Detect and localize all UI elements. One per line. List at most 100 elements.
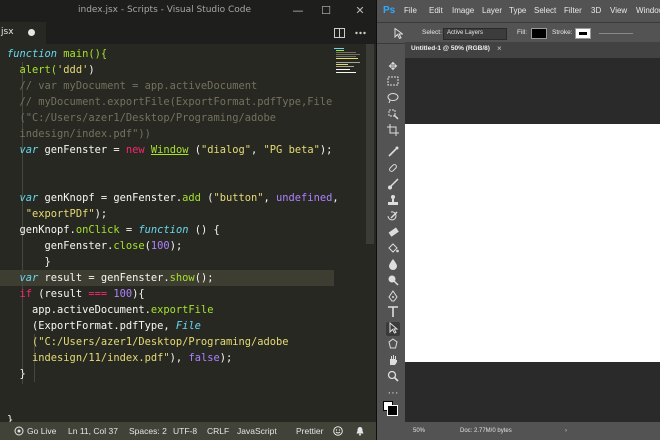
code-line-10: var genKnopf = genFenster.add ("button",… (7, 192, 339, 204)
more-tools-icon[interactable]: ··· (386, 386, 400, 400)
document-tab-label: Untitled-1 @ 50% (RGB/8) (411, 45, 490, 52)
healing-brush-tool-icon[interactable] (386, 162, 400, 176)
custom-shape-tool-icon[interactable] (386, 338, 400, 352)
code-editor[interactable]: function main(){ alert('ddd') // var myD… (0, 44, 376, 426)
minimap[interactable] (334, 44, 364, 84)
close-button[interactable]: ✕ (352, 3, 368, 19)
menu-image[interactable]: Image (452, 6, 474, 15)
menu-edit[interactable]: Edit (429, 6, 443, 15)
menu-type[interactable]: Type (509, 6, 526, 15)
photoshop-window: Ps File Edit Image Layer Type Select Fil… (376, 0, 660, 440)
menu-filter[interactable]: Filter (564, 6, 582, 15)
more-actions-icon[interactable] (355, 31, 367, 43)
ps-toolbar: ✥ ··· (381, 48, 405, 420)
editor-scrollbar[interactable] (364, 44, 376, 422)
feedback-smiley-icon[interactable] (333, 426, 343, 436)
eraser-tool-icon[interactable] (386, 226, 400, 240)
paint-bucket-tool-icon[interactable] (386, 242, 400, 256)
code-line-19: ("C:/Users/azer1/Desktop/Programing/adob… (7, 336, 289, 348)
ps-status-bar: 50% Doc: 2.77M/0 bytes › (405, 424, 660, 440)
editor-tabbar: jsx (0, 22, 376, 44)
code-line-16: if (result === 100){ (7, 288, 145, 300)
quick-selection-tool-icon[interactable] (386, 108, 400, 122)
close-document-icon[interactable]: × (497, 44, 502, 53)
menu-layer[interactable]: Layer (482, 6, 502, 15)
cursor-position[interactable]: Ln 11, Col 37 (68, 426, 118, 436)
status-menu-arrow-icon[interactable]: › (565, 428, 567, 434)
select-dropdown[interactable]: Active Layers (443, 28, 507, 40)
encoding-status[interactable]: UTF-8 (173, 426, 197, 436)
select-label: Select: (422, 29, 442, 36)
code-line-21: } (7, 368, 26, 380)
menu-select[interactable]: Select (534, 6, 556, 15)
marquee-tool-icon[interactable] (386, 76, 400, 90)
document-canvas[interactable] (405, 124, 660, 362)
menu-file[interactable]: File (404, 6, 417, 15)
lasso-tool-icon[interactable] (386, 92, 400, 106)
ps-options-bar: Select: Active Layers Fill: Stroke: (377, 22, 660, 44)
fill-label: Fill: (517, 29, 528, 36)
type-tool-icon[interactable] (386, 306, 400, 320)
code-line-6: indesign/index.pdf")) (7, 128, 151, 140)
move-tool-icon[interactable]: ✥ (386, 60, 400, 74)
broadcast-icon (14, 426, 24, 436)
minimize-button[interactable]: — (290, 3, 306, 19)
menu-3d[interactable]: 3D (591, 6, 601, 15)
menu-view[interactable]: View (610, 6, 627, 15)
status-bar: Go Live Ln 11, Col 37 Spaces: 2 UTF-8 CR… (0, 422, 376, 440)
code-line-15: var result = genFenster.show(); (7, 272, 214, 284)
go-live-button[interactable]: Go Live (27, 426, 56, 436)
prettier-status[interactable]: Prettier (296, 426, 323, 436)
stroke-swatch[interactable] (575, 28, 591, 39)
eol-status[interactable]: CRLF (207, 426, 229, 436)
tab-label: jsx (1, 27, 14, 37)
language-mode[interactable]: JavaScript (237, 426, 277, 436)
blur-tool-icon[interactable] (386, 258, 400, 272)
fill-swatch[interactable] (531, 28, 547, 39)
window-title: index.jsx - Scripts - Visual Studio Code (78, 5, 252, 15)
foreground-color-swatch[interactable] (387, 405, 398, 416)
photoshop-logo: Ps (383, 5, 396, 16)
history-brush-tool-icon[interactable] (386, 210, 400, 224)
crop-tool-icon[interactable] (386, 124, 400, 138)
restore-button[interactable]: ☐ (318, 3, 334, 19)
code-line-13: genFenster.close(100); (7, 240, 183, 252)
document-size[interactable]: Doc: 2.77M/0 bytes (460, 428, 512, 434)
hand-tool-icon[interactable] (386, 354, 400, 368)
pen-tool-icon[interactable] (386, 290, 400, 304)
code-line-7: var genFenster = new Window ("dialog", "… (7, 144, 333, 156)
dodge-tool-icon[interactable] (386, 274, 400, 288)
stroke-label: Stroke: (552, 29, 573, 36)
code-line-12: genKnopf.onClick = function () { (7, 224, 220, 236)
code-line-17: app.activeDocument.exportFile (7, 304, 214, 316)
code-line-18: (ExportFormat.pdfType, File (7, 320, 201, 332)
clone-stamp-tool-icon[interactable] (386, 194, 400, 208)
brush-tool-icon[interactable] (386, 178, 400, 192)
canvas-area[interactable] (405, 58, 660, 422)
code-line-3: // var myDocument = app.activeDocument (7, 80, 258, 92)
path-selection-tool-icon[interactable] (386, 321, 400, 336)
code-line-11: "exportPDf"); (7, 208, 108, 220)
code-line-14: } (7, 256, 51, 268)
notifications-bell-icon[interactable] (355, 426, 365, 436)
vscode-titlebar: index.jsx - Scripts - Visual Studio Code… (0, 0, 376, 22)
path-selection-tool-icon[interactable] (394, 28, 403, 39)
stroke-width-line[interactable] (599, 33, 633, 34)
vscode-window: index.jsx - Scripts - Visual Studio Code… (0, 0, 376, 440)
eyedropper-tool-icon[interactable] (386, 146, 400, 160)
code-line-2: alert('ddd') (7, 64, 95, 76)
code-line-20: indesign/11/index.pdf"), false); (7, 352, 233, 364)
ps-menubar: Ps File Edit Image Layer Type Select Fil… (377, 0, 660, 22)
code-line-4: // myDocument.exportFile(ExportFormat.pd… (7, 96, 333, 108)
code-line-1: function main(){ (7, 48, 108, 60)
split-editor-icon[interactable] (334, 28, 346, 40)
indentation-status[interactable]: Spaces: 2 (129, 426, 167, 436)
code-line-5: ("C:/Users/azer1/Desktop/Programing/adob… (7, 112, 277, 124)
unsaved-dot-icon[interactable] (28, 29, 35, 36)
tab-index-jsx[interactable]: jsx (0, 22, 46, 44)
zoom-tool-icon[interactable] (386, 370, 400, 384)
menu-window[interactable]: Window (636, 6, 660, 15)
document-tab[interactable]: Untitled-1 @ 50% (RGB/8) × (405, 42, 660, 58)
zoom-level[interactable]: 50% (413, 428, 425, 434)
scrollbar-thumb[interactable] (366, 44, 374, 244)
